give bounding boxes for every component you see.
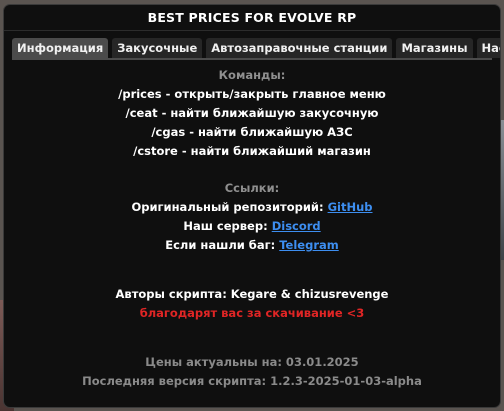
window-title: BEST PRICES FOR EVOLVE RP bbox=[4, 5, 500, 31]
github-link[interactable]: GitHub bbox=[328, 200, 373, 214]
link-label-discord: Наш сервер: bbox=[183, 219, 268, 233]
telegram-link[interactable]: Telegram bbox=[279, 238, 339, 252]
command-cgas: /cgas - найти ближайшую АЗС bbox=[151, 125, 353, 139]
link-label-github: Оригинальный репозиторий: bbox=[131, 200, 324, 214]
command-prices: /prices - открыть/закрыть главное меню bbox=[118, 87, 386, 101]
command-ceat: /ceat - найти ближайшую закусочную bbox=[125, 106, 379, 120]
info-content: Команды: /prices - открыть/закрыть главн… bbox=[4, 60, 500, 391]
link-row-telegram: Если нашли баг: Telegram bbox=[4, 236, 500, 255]
prices-window: BEST PRICES FOR EVOLVE RP Информация Зак… bbox=[3, 4, 501, 408]
tab-stores[interactable]: Магазины bbox=[396, 38, 473, 58]
tab-gas-stations[interactable]: Автозаправочные станции bbox=[206, 38, 393, 58]
link-row-discord: Наш сервер: Discord bbox=[4, 217, 500, 236]
script-version: Последняя версия скрипта: 1.2.3-2025-01-… bbox=[82, 374, 422, 388]
prices-date: Цены актуальны на: 03.01.2025 bbox=[145, 355, 359, 369]
link-row-github: Оригинальный репозиторий: GitHub bbox=[4, 198, 500, 217]
link-label-telegram: Если нашли баг: bbox=[165, 238, 276, 252]
tab-settings[interactable]: Настройки bbox=[476, 38, 500, 58]
discord-link[interactable]: Discord bbox=[272, 219, 321, 233]
tab-eateries[interactable]: Закусочные bbox=[112, 38, 203, 58]
tab-info[interactable]: Информация bbox=[12, 38, 109, 58]
tab-bar: Информация Закусочные Автозаправочные ст… bbox=[4, 31, 500, 58]
links-title: Ссылки: bbox=[224, 181, 280, 195]
thanks-text: благодарят вас за скачивание <3 bbox=[139, 306, 365, 320]
commands-title: Команды: bbox=[218, 68, 286, 82]
command-cstore: /cstore - найти ближайший магазин bbox=[133, 144, 371, 158]
authors-text: Авторы скрипта: Kegare & chizusrevenge bbox=[115, 287, 389, 301]
